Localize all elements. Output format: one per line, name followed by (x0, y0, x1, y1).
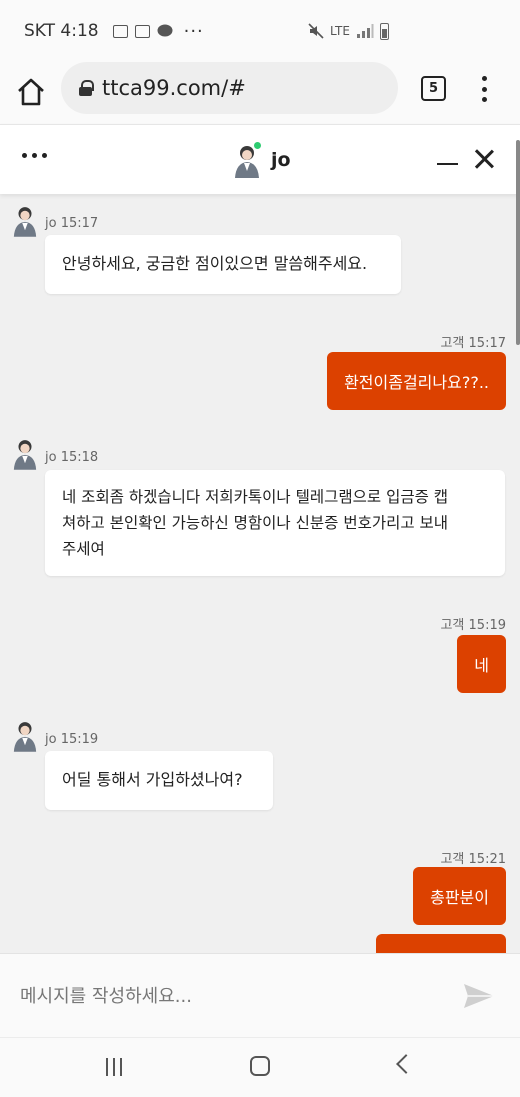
url-text: ttca99.com/# (102, 76, 246, 100)
customer-message-bubble: 환전이좀걸리나요??.. (327, 352, 506, 410)
address-bar[interactable]: ttca99.com/# (61, 62, 398, 114)
agent-message-bubble: 어딜 통해서 가입하셨나여? (45, 751, 273, 810)
message-meta: jo 15:18 (45, 450, 99, 465)
agent-message-bubble: 네 조회좀 하겠습니다 저희카톡이나 텔레그램으로 입금증 캡 쳐하고 본인확인… (45, 470, 505, 576)
status-left: SKT 4:18 ··· (24, 21, 204, 42)
online-status-indicator (253, 141, 262, 150)
lock-icon (79, 80, 94, 96)
browser-toolbar: ttca99.com/# 5 (0, 62, 520, 124)
customer-message-bubble-partial (376, 934, 506, 953)
signal-icon (356, 24, 374, 38)
network-type: LTE (330, 24, 350, 38)
message-meta: 고객 15:19 (440, 618, 506, 633)
more-vertical-icon (481, 76, 487, 81)
more-notifications-icon: ··· (183, 20, 204, 42)
home-button[interactable] (14, 75, 48, 109)
agent-avatar (13, 722, 37, 752)
message-text: 환전이좀걸리나요??.. (344, 373, 489, 392)
message-text: 어딜 통해서 가입하셨나여? (62, 770, 243, 789)
send-icon (464, 984, 494, 1008)
customer-message-bubble: 총판분이 (413, 867, 506, 925)
battery-icon (379, 22, 389, 40)
status-right: LTE (308, 22, 389, 40)
nav-home-icon[interactable] (250, 1056, 270, 1076)
system-navigation-bar (0, 1037, 520, 1097)
message-text: 총판분이 (430, 888, 489, 907)
message-text-line: 쳐하고 본인확인 가능하신 명함이나 신분증 번호가리고 보내 (62, 514, 449, 532)
home-icon (18, 78, 44, 106)
agent-avatar (13, 207, 37, 237)
message-list[interactable]: jo 15:17 안녕하세요, 궁금한 점이있으면 말씀해주세요. 고객 15:… (0, 195, 520, 953)
agent-name: jo (271, 149, 291, 171)
message-text-line: 주세여 (62, 540, 105, 558)
message-meta: 고객 15:21 (440, 852, 506, 867)
message-meta: jo 15:19 (45, 732, 99, 747)
chat-notification-icon (157, 24, 173, 37)
message-text-line: 네 조회좀 하겠습니다 저희카톡이나 텔레그램으로 입금증 캡 (62, 488, 449, 506)
chat-header: jo (0, 124, 520, 194)
message-text: 네 (474, 656, 489, 675)
message-meta: 고객 15:17 (440, 336, 506, 351)
chat-options-button[interactable] (22, 150, 50, 160)
close-icon[interactable] (472, 147, 496, 171)
mute-icon (308, 23, 324, 39)
minimize-icon[interactable] (437, 147, 459, 169)
customer-message-bubble: 네 (457, 635, 506, 693)
message-meta: jo 15:17 (45, 216, 99, 231)
nav-recent-icon[interactable] (104, 1058, 124, 1076)
carrier-time: SKT 4:18 (24, 21, 99, 41)
nav-back-icon[interactable] (396, 1054, 416, 1074)
message-composer (0, 953, 520, 1037)
agent-message-bubble: 안녕하세요, 궁금한 점이있으면 말씀해주세요. (45, 235, 401, 294)
tabs-button[interactable]: 5 (421, 76, 446, 101)
browser-menu-button[interactable] (474, 74, 494, 104)
message-input[interactable] (20, 980, 440, 1012)
k-app-icon (134, 24, 150, 38)
status-bar: SKT 4:18 ··· LTE (0, 0, 520, 62)
more-horizontal-icon (22, 152, 27, 158)
gallery-icon (112, 24, 128, 38)
agent-avatar (13, 440, 37, 470)
send-button[interactable] (462, 982, 498, 1012)
notification-icons: ··· (112, 20, 204, 42)
message-text: 안녕하세요, 궁금한 점이있으면 말씀해주세요. (62, 254, 368, 273)
